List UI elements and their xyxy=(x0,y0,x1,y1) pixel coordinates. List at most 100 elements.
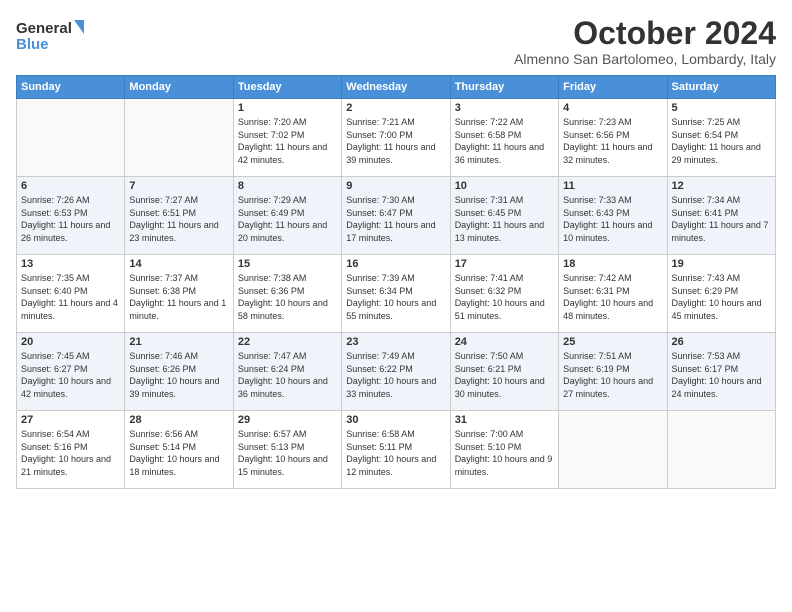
cell-info: Sunrise: 7:42 AM xyxy=(563,272,662,285)
cell-info: Sunrise: 7:46 AM xyxy=(129,350,228,363)
header-day: Wednesday xyxy=(342,76,450,99)
header-day: Saturday xyxy=(667,76,775,99)
cell-info: Daylight: 11 hours and 17 minutes. xyxy=(346,219,445,244)
calendar-cell: 5Sunrise: 7:25 AMSunset: 6:54 PMDaylight… xyxy=(667,99,775,177)
svg-text:General: General xyxy=(16,20,72,37)
cell-info: Sunset: 6:56 PM xyxy=(563,129,662,142)
day-number: 22 xyxy=(238,336,337,348)
cell-info: Sunrise: 7:33 AM xyxy=(563,194,662,207)
cell-info: Sunrise: 6:56 AM xyxy=(129,428,228,441)
cell-info: Sunset: 7:02 PM xyxy=(238,129,337,142)
cell-info: Daylight: 11 hours and 1 minute. xyxy=(129,297,228,322)
cell-info: Daylight: 10 hours and 51 minutes. xyxy=(455,297,554,322)
day-number: 9 xyxy=(346,180,445,192)
calendar-cell: 13Sunrise: 7:35 AMSunset: 6:40 PMDayligh… xyxy=(17,255,125,333)
day-number: 25 xyxy=(563,336,662,348)
month-year: October 2024 xyxy=(514,16,776,51)
cell-info: Sunrise: 7:53 AM xyxy=(672,350,771,363)
calendar-cell: 18Sunrise: 7:42 AMSunset: 6:31 PMDayligh… xyxy=(559,255,667,333)
day-number: 11 xyxy=(563,180,662,192)
cell-info: Sunrise: 7:51 AM xyxy=(563,350,662,363)
cell-info: Sunrise: 7:43 AM xyxy=(672,272,771,285)
day-number: 23 xyxy=(346,336,445,348)
cell-info: Sunrise: 7:26 AM xyxy=(21,194,120,207)
cell-info: Daylight: 10 hours and 48 minutes. xyxy=(563,297,662,322)
day-number: 3 xyxy=(455,102,554,114)
calendar-cell: 4Sunrise: 7:23 AMSunset: 6:56 PMDaylight… xyxy=(559,99,667,177)
day-number: 31 xyxy=(455,414,554,426)
title-block: October 2024 Almenno San Bartolomeo, Lom… xyxy=(514,16,776,67)
cell-info: Sunset: 6:49 PM xyxy=(238,207,337,220)
cell-info: Sunrise: 7:22 AM xyxy=(455,116,554,129)
cell-info: Daylight: 11 hours and 10 minutes. xyxy=(563,219,662,244)
cell-info: Daylight: 10 hours and 15 minutes. xyxy=(238,453,337,478)
day-number: 24 xyxy=(455,336,554,348)
cell-info: Sunrise: 7:39 AM xyxy=(346,272,445,285)
calendar-cell xyxy=(17,99,125,177)
cell-info: Daylight: 10 hours and 36 minutes. xyxy=(238,375,337,400)
cell-info: Daylight: 11 hours and 26 minutes. xyxy=(21,219,120,244)
calendar-cell: 20Sunrise: 7:45 AMSunset: 6:27 PMDayligh… xyxy=(17,333,125,411)
day-number: 16 xyxy=(346,258,445,270)
cell-info: Daylight: 11 hours and 7 minutes. xyxy=(672,219,771,244)
calendar-cell: 12Sunrise: 7:34 AMSunset: 6:41 PMDayligh… xyxy=(667,177,775,255)
day-number: 5 xyxy=(672,102,771,114)
day-number: 30 xyxy=(346,414,445,426)
cell-info: Sunset: 5:16 PM xyxy=(21,441,120,454)
calendar-cell: 25Sunrise: 7:51 AMSunset: 6:19 PMDayligh… xyxy=(559,333,667,411)
cell-info: Daylight: 10 hours and 33 minutes. xyxy=(346,375,445,400)
cell-info: Sunrise: 7:25 AM xyxy=(672,116,771,129)
calendar-row: 13Sunrise: 7:35 AMSunset: 6:40 PMDayligh… xyxy=(17,255,776,333)
calendar-cell: 23 Sunrise: 7:49 AMSunset: 6:22 PMDayligh… xyxy=(342,333,450,411)
day-number: 13 xyxy=(21,258,120,270)
cell-info: Daylight: 10 hours and 30 minutes. xyxy=(455,375,554,400)
cell-info: Sunset: 6:21 PM xyxy=(455,363,554,376)
cell-info: Sunset: 6:19 PM xyxy=(563,363,662,376)
cell-info: Sunset: 6:51 PM xyxy=(129,207,228,220)
cell-info: Sunset: 5:10 PM xyxy=(455,441,554,454)
cell-info: Sunset: 6:27 PM xyxy=(21,363,120,376)
cell-info: Sunset: 6:45 PM xyxy=(455,207,554,220)
cell-info: Sunrise: 7:21 AM xyxy=(346,116,445,129)
header: General Blue October 2024 Almenno San Ba… xyxy=(16,16,776,67)
calendar-cell: 14Sunrise: 7:37 AMSunset: 6:38 PMDayligh… xyxy=(125,255,233,333)
day-number: 7 xyxy=(129,180,228,192)
cell-info: Sunrise: 7:30 AM xyxy=(346,194,445,207)
day-number: 2 xyxy=(346,102,445,114)
cell-info: Daylight: 11 hours and 20 minutes. xyxy=(238,219,337,244)
calendar-cell: 16Sunrise: 7:39 AMSunset: 6:34 PMDayligh… xyxy=(342,255,450,333)
calendar-cell: 27Sunrise: 6:54 AMSunset: 5:16 PMDayligh… xyxy=(17,411,125,489)
cell-info: Sunset: 5:14 PM xyxy=(129,441,228,454)
day-number: 21 xyxy=(129,336,228,348)
cell-info: Sunset: 5:11 PM xyxy=(346,441,445,454)
cell-info: Sunrise: 7:47 AM xyxy=(238,350,337,363)
cell-info: Sunset: 6:40 PM xyxy=(21,285,120,298)
calendar-cell: 11Sunrise: 7:33 AMSunset: 6:43 PMDayligh… xyxy=(559,177,667,255)
day-number: 10 xyxy=(455,180,554,192)
calendar-table: SundayMondayTuesdayWednesdayThursdayFrid… xyxy=(16,75,776,489)
day-number: 1 xyxy=(238,102,337,114)
cell-info: Sunset: 6:31 PM xyxy=(563,285,662,298)
day-number: 15 xyxy=(238,258,337,270)
cell-info: Daylight: 11 hours and 4 minutes. xyxy=(21,297,120,322)
cell-info: Sunrise: 7:49 AM xyxy=(346,350,445,363)
cell-info: Sunrise: 7:23 AM xyxy=(563,116,662,129)
calendar-cell: 24Sunrise: 7:50 AMSunset: 6:21 PMDayligh… xyxy=(450,333,558,411)
cell-info: Sunrise: 7:38 AM xyxy=(238,272,337,285)
cell-info: Sunrise: 7:34 AM xyxy=(672,194,771,207)
cell-info: Sunrise: 6:57 AM xyxy=(238,428,337,441)
cell-info: Daylight: 10 hours and 24 minutes. xyxy=(672,375,771,400)
cell-info: Sunset: 6:22 PM xyxy=(346,363,445,376)
cell-info: Daylight: 11 hours and 29 minutes. xyxy=(672,141,771,166)
cell-info: Daylight: 10 hours and 45 minutes. xyxy=(672,297,771,322)
cell-info: Sunrise: 6:54 AM xyxy=(21,428,120,441)
cell-info: Sunrise: 7:27 AM xyxy=(129,194,228,207)
day-number: 6 xyxy=(21,180,120,192)
cell-info: Sunrise: 7:45 AM xyxy=(21,350,120,363)
calendar-row: 27Sunrise: 6:54 AMSunset: 5:16 PMDayligh… xyxy=(17,411,776,489)
calendar-cell: 2Sunrise: 7:21 AMSunset: 7:00 PMDaylight… xyxy=(342,99,450,177)
svg-text:Blue: Blue xyxy=(16,36,49,53)
cell-info: Daylight: 11 hours and 13 minutes. xyxy=(455,219,554,244)
calendar-cell xyxy=(125,99,233,177)
page: General Blue October 2024 Almenno San Ba… xyxy=(0,0,792,612)
